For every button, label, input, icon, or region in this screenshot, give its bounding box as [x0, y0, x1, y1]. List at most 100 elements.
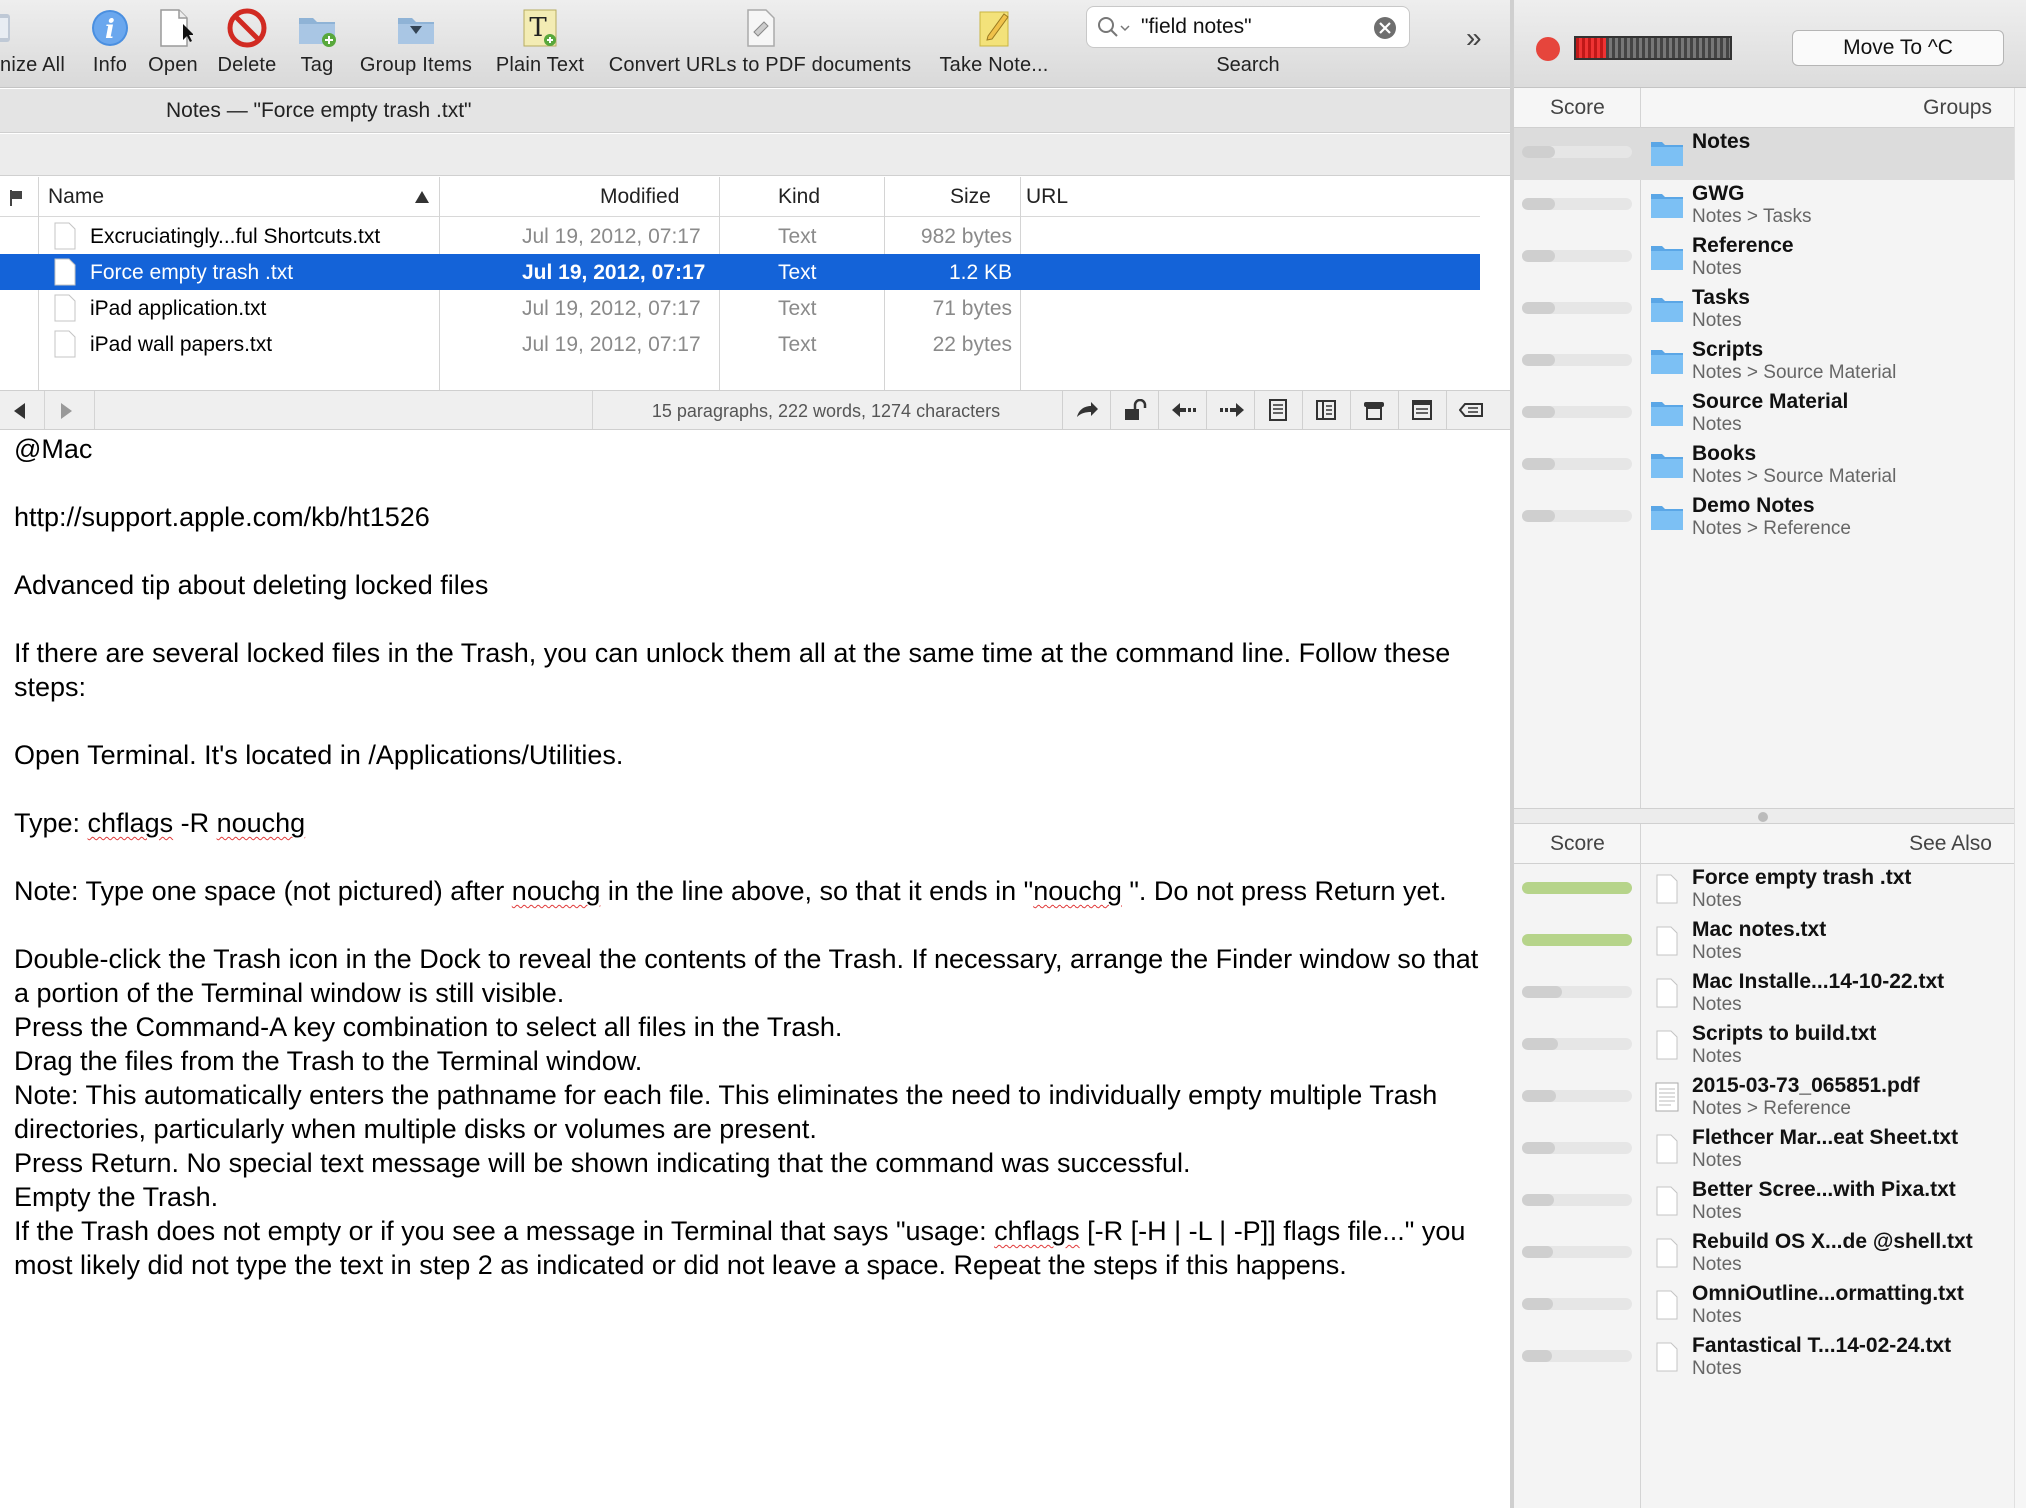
toolbar-label: Take Note...: [939, 54, 1049, 76]
tag-button[interactable]: Tag: [286, 0, 348, 88]
forward-arrow-icon[interactable]: [56, 401, 76, 421]
group-item[interactable]: Books Notes > Source Material: [1514, 440, 2014, 492]
column-size[interactable]: Size: [950, 185, 991, 209]
search-input[interactable]: [1141, 13, 1361, 41]
score-bar-fill: [1522, 1298, 1553, 1310]
share-button[interactable]: [1062, 391, 1110, 429]
document-statistics: 15 paragraphs, 222 words, 1274 character…: [651, 401, 1001, 421]
group-item[interactable]: Scripts Notes > Source Material: [1514, 336, 2014, 388]
take-note-button[interactable]: Take Note...: [930, 0, 1058, 88]
see-also-item[interactable]: Better Scree...with Pixa.txt Notes: [1514, 1176, 2014, 1228]
see-also-column[interactable]: See Also: [1909, 832, 1992, 856]
row-kind: Text: [778, 261, 817, 284]
clear-search-icon[interactable]: [1373, 16, 1397, 40]
convert-urls-button[interactable]: Convert URLs to PDF documents: [600, 0, 920, 88]
item-location: Notes: [1692, 1358, 1742, 1379]
score-bar-fill: [1522, 986, 1562, 998]
score-bar: [1522, 1038, 1632, 1050]
lock-button[interactable]: [1110, 391, 1158, 429]
toolbar-overflow-button[interactable]: »: [1466, 22, 1482, 54]
text-file-icon: [1656, 1238, 1678, 1268]
group-items-button[interactable]: Group Items: [354, 0, 478, 88]
open-button[interactable]: Open: [138, 0, 208, 88]
group-item[interactable]: Demo Notes Notes > Reference: [1514, 492, 2014, 544]
back-arrow-icon[interactable]: [10, 401, 30, 421]
column-kind[interactable]: Kind: [778, 185, 820, 209]
group-item[interactable]: GWG Notes > Tasks: [1514, 180, 2014, 232]
document-paragraph: Press the Command-A key combination to s…: [14, 1012, 843, 1042]
score-column[interactable]: Score: [1550, 832, 1605, 856]
column-url[interactable]: URL: [1026, 185, 1068, 209]
split-view-button[interactable]: [1302, 391, 1350, 429]
unlock-icon: [1125, 399, 1147, 420]
group-item[interactable]: Source Material Notes: [1514, 388, 2014, 440]
folder-icon: [1651, 194, 1683, 218]
list-row[interactable]: Excruciatingly...ful Shortcuts.txt Jul 1…: [0, 218, 1480, 254]
see-also-item[interactable]: Rebuild OS X...de @shell.txt Notes: [1514, 1228, 2014, 1280]
group-item[interactable]: Notes: [1514, 128, 2014, 180]
text-file-icon: [1656, 1030, 1678, 1060]
group-item[interactable]: Tasks Notes: [1514, 284, 2014, 336]
plain-text-button[interactable]: T Plain Text: [490, 0, 590, 88]
item-location: Notes: [1692, 1306, 1742, 1327]
see-also-item[interactable]: Force empty trash .txt Notes: [1514, 864, 2014, 916]
score-bar-fill: [1522, 1090, 1557, 1102]
text-file-icon: [1656, 1342, 1678, 1372]
groups-column[interactable]: Groups: [1923, 96, 1992, 120]
archive-button[interactable]: [1350, 391, 1398, 429]
list-row[interactable]: iPad wall papers.txt Jul 19, 2012, 07:17…: [0, 326, 1480, 362]
info-panel-button[interactable]: [1398, 391, 1446, 429]
tag-bar-button[interactable]: [1446, 391, 1510, 429]
group-folder-icon: [398, 18, 434, 44]
document-paragraph: @Mac: [14, 434, 93, 464]
item-title: Notes: [1692, 130, 1751, 153]
search-field[interactable]: [1086, 6, 1410, 48]
score-bar: [1522, 1090, 1632, 1102]
see-also-item[interactable]: Flethcer Mar...eat Sheet.txt Notes: [1514, 1124, 2014, 1176]
document-view-button[interactable]: [1254, 391, 1302, 429]
previous-link-button[interactable]: [1158, 391, 1206, 429]
score-bar: [1522, 1246, 1632, 1258]
toolbar-label: Convert URLs to PDF documents: [608, 54, 912, 76]
flag-column-icon[interactable]: [8, 189, 26, 207]
see-also-item[interactable]: 2015-03-73_065851.pdf Notes > Reference: [1514, 1072, 2014, 1124]
score-column[interactable]: Score: [1550, 96, 1605, 120]
relevance-meter-fill: [1576, 38, 1606, 58]
panel-split-handle[interactable]: [1514, 808, 2014, 824]
move-to-button[interactable]: Move To ^C: [1792, 30, 2004, 66]
status-divider: [94, 391, 95, 429]
group-item[interactable]: Reference Notes: [1514, 232, 2014, 284]
plain-text-icon: T: [523, 9, 557, 47]
row-size: 22 bytes: [932, 333, 1012, 356]
see-also-item[interactable]: Fantastical T...14-02-24.txt Notes: [1514, 1332, 2014, 1384]
see-also-item[interactable]: Mac Installe...14-10-22.txt Notes: [1514, 968, 2014, 1020]
see-also-item[interactable]: OmniOutline...ormatting.txt Notes: [1514, 1280, 2014, 1332]
score-bar: [1522, 302, 1632, 314]
spelling-error-mark: chflags: [87, 808, 174, 838]
delete-button[interactable]: Delete: [208, 0, 286, 88]
see-also-item[interactable]: Scripts to build.txt Notes: [1514, 1020, 2014, 1072]
summarize-all-button[interactable]: nize All: [0, 0, 66, 88]
list-row-selected[interactable]: Force empty trash .txt Jul 19, 2012, 07:…: [0, 254, 1480, 290]
document-text-view[interactable]: @Mac http://support.apple.com/kb/ht1526 …: [14, 432, 1484, 1282]
groups-list: Notes GWG Notes > Tasks Reference Notes Tasks…: [1514, 128, 2014, 808]
toolbar-label: Plain Text: [495, 54, 585, 76]
see-also-item[interactable]: Mac notes.txt Notes: [1514, 916, 2014, 968]
item-title: GWG: [1692, 182, 1745, 205]
item-location: Notes > Tasks: [1692, 206, 1812, 227]
close-panel-button[interactable]: [1536, 37, 1560, 61]
spelling-error-mark: nouchg: [511, 876, 601, 906]
next-link-button[interactable]: [1206, 391, 1254, 429]
item-title: Reference: [1692, 234, 1794, 257]
score-bar: [1522, 146, 1632, 158]
text-file-icon: [54, 258, 76, 286]
folder-icon: [1651, 142, 1683, 166]
column-name[interactable]: Name: [48, 185, 104, 209]
panel-scrollbar[interactable]: [2014, 88, 2026, 1508]
column-modified[interactable]: Modified: [600, 185, 679, 209]
toolbar: nize All i Info Open Delete Tag Group It…: [0, 0, 1510, 88]
document-paragraph: Open Terminal. It's located in /Applicat…: [14, 740, 624, 770]
score-bar-fill: [1522, 1142, 1555, 1154]
columns-icon: [1316, 400, 1336, 420]
list-row[interactable]: iPad application.txt Jul 19, 2012, 07:17…: [0, 290, 1480, 326]
